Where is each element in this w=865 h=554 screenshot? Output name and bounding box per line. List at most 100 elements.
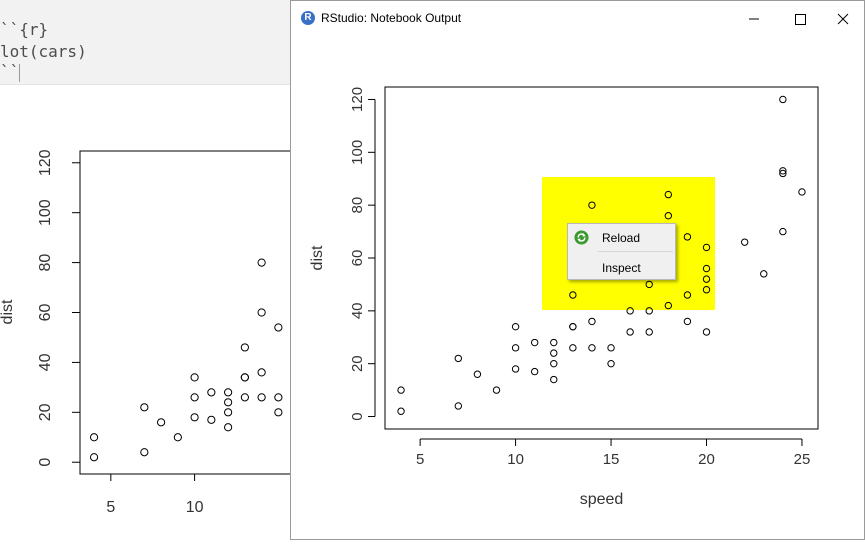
inline-data-point <box>224 423 233 432</box>
window-title: RStudio: Notebook Output <box>321 11 462 25</box>
data-point <box>683 317 692 326</box>
y-axis-label: dist <box>309 245 326 270</box>
x-axis-label: speed <box>580 491 624 508</box>
data-point <box>664 190 673 199</box>
maximize-button[interactable] <box>777 1 823 37</box>
inline-x-tick-label: 5 <box>106 499 115 516</box>
y-tick-label: 0 <box>349 412 366 420</box>
data-point <box>511 365 520 373</box>
inline-plot-output: 020406080100120510 dist speed <box>0 149 300 516</box>
data-point <box>511 322 520 331</box>
inline-data-point <box>89 453 99 462</box>
inline-data-point <box>274 323 283 332</box>
inline-y-tick-label: 100 <box>37 199 54 226</box>
notebook-output-window[interactable]: R RStudio: Notebook Output 5 10 15 20 25 0 20 4… <box>290 0 865 540</box>
data-point <box>397 407 405 415</box>
data-point <box>607 359 615 368</box>
data-point <box>760 270 768 278</box>
data-point <box>530 367 539 376</box>
inline-data-point <box>89 433 99 442</box>
data-point <box>702 275 711 283</box>
inline-plot-axes: 0 20 40 60 80 100 120 5 10 <box>37 149 300 516</box>
data-point <box>645 307 653 315</box>
inline-data-point <box>156 418 166 427</box>
inline-data-point <box>240 373 249 382</box>
data-point <box>664 301 673 310</box>
inline-y-tick-label: 40 <box>37 353 54 371</box>
data-point <box>779 95 787 104</box>
x-tick-label: 5 <box>416 451 424 468</box>
data-point <box>569 291 577 299</box>
data-point <box>740 238 749 246</box>
data-point <box>550 375 558 384</box>
minimize-icon <box>749 18 759 20</box>
data-point <box>454 354 463 363</box>
x-tick-label: 20 <box>698 451 715 468</box>
inline-plot-points <box>89 258 300 462</box>
inline-data-point <box>224 398 233 407</box>
code-line-1[interactable]: ``{r} <box>0 20 48 39</box>
context-menu-item-reload[interactable]: Reload <box>568 226 675 250</box>
y-tick-label: 60 <box>349 250 366 267</box>
inline-y-tick-label: 80 <box>37 254 54 272</box>
inline-data-point <box>240 343 249 352</box>
x-tick-label: 15 <box>603 451 620 468</box>
y-tick-label: 100 <box>349 140 366 165</box>
close-button[interactable] <box>820 1 865 37</box>
data-point <box>626 328 634 336</box>
data-point <box>588 344 596 352</box>
data-point <box>683 233 692 241</box>
inline-data-point <box>224 388 233 397</box>
data-point <box>702 286 711 294</box>
data-point <box>607 344 615 352</box>
data-point <box>569 344 577 352</box>
data-point <box>645 328 653 336</box>
close-icon <box>837 13 849 25</box>
data-point <box>588 317 596 326</box>
inline-data-point <box>274 408 283 417</box>
data-point <box>588 201 596 209</box>
context-menu-item-inspect[interactable]: Inspect <box>568 256 675 280</box>
y-tick-label: 80 <box>349 197 366 214</box>
data-point <box>702 264 711 273</box>
data-point <box>454 402 463 410</box>
data-point <box>779 227 787 236</box>
data-point <box>702 328 711 336</box>
inline-data-point <box>190 413 199 422</box>
data-point <box>550 349 558 357</box>
inline-x-tick-label: 10 <box>186 499 204 516</box>
inline-y-tick-label: 60 <box>37 304 54 322</box>
rstudio-app-icon: R <box>301 11 315 25</box>
y-tick-label: 120 <box>349 87 366 112</box>
minimize-button[interactable] <box>731 1 777 37</box>
inline-y-tick-label: 0 <box>37 458 54 467</box>
data-point <box>683 291 692 299</box>
scatter-plot: 5 10 15 20 25 0 20 40 60 80 100 120 dist speed <box>309 86 819 508</box>
inline-data-point <box>224 408 233 417</box>
inline-data-point <box>257 308 266 317</box>
inline-y-tick-label: 20 <box>37 403 54 421</box>
inline-data-point <box>207 388 216 397</box>
inline-data-point <box>207 415 216 424</box>
inline-data-point <box>257 258 266 267</box>
inline-data-point <box>190 373 199 382</box>
context-menu[interactable]: Reload Inspect <box>567 223 676 280</box>
inline-data-point <box>173 433 182 442</box>
inspect-label: Inspect <box>602 261 641 275</box>
data-point <box>664 212 673 220</box>
data-point <box>530 338 539 347</box>
data-point <box>550 338 558 347</box>
inline-data-point <box>240 393 249 402</box>
data-point <box>492 386 501 394</box>
code-line-2[interactable]: lot(cars) <box>0 42 87 61</box>
data-point <box>798 188 806 196</box>
code-line-3[interactable]: `` <box>0 62 19 81</box>
x-tick-label: 10 <box>507 451 524 468</box>
inline-plot-ylabel: dist <box>0 299 16 324</box>
x-tick-label: 25 <box>794 451 811 468</box>
window-titlebar[interactable]: R RStudio: Notebook Output <box>291 1 864 37</box>
data-point <box>397 386 405 394</box>
data-point <box>626 307 634 315</box>
y-tick-label: 20 <box>349 355 366 372</box>
maximize-icon <box>795 14 806 25</box>
